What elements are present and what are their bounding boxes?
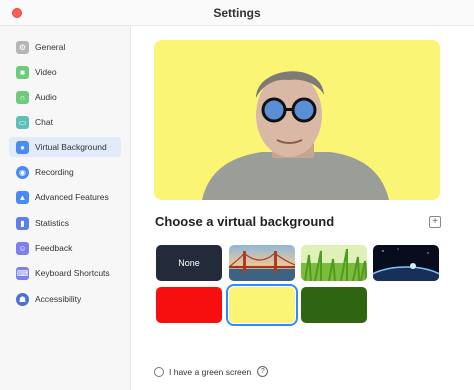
background-solid-green[interactable] (301, 287, 367, 323)
earth-image (373, 245, 439, 281)
sidebar-item-label: Keyboard Shortcuts (35, 268, 110, 278)
background-solid-red[interactable] (156, 287, 222, 323)
green-screen-checkbox[interactable] (154, 366, 164, 377)
background-solid-yellow[interactable] (226, 284, 298, 326)
sidebar-item-general[interactable]: ⚙ General (9, 37, 121, 57)
sidebar-item-label: Audio (35, 92, 57, 102)
background-grass[interactable] (301, 245, 367, 281)
green-screen-label: I have a green screen (169, 366, 252, 377)
sidebar-item-label: Statistics (35, 218, 70, 228)
sidebar-item-accessibility[interactable]: ☗ Accessibility (9, 289, 121, 309)
grass-image (301, 245, 367, 281)
video-icon: ■ (16, 65, 29, 79)
chat-icon: ▭ (16, 115, 29, 129)
accessibility-icon: ☗ (16, 292, 29, 306)
feedback-icon: ☺ (16, 241, 29, 255)
sidebar-item-label: Video (35, 67, 57, 77)
sidebar-item-recording[interactable]: ◉ Recording (9, 162, 121, 182)
background-none-label: None (178, 258, 200, 268)
sidebar-item-video[interactable]: ■ Video (9, 62, 121, 82)
sidebar-item-label: Feedback (35, 243, 73, 253)
person-icon: ● (16, 140, 29, 154)
sidebar-item-audio[interactable]: ∩ Audio (9, 87, 121, 107)
sidebar-item-statistics[interactable]: ▮ Statistics (9, 213, 121, 233)
sidebar-item-virtual-background[interactable]: ● Virtual Background (9, 137, 121, 157)
sidebar-item-advanced-features[interactable]: ▲ Advanced Features (9, 187, 121, 207)
settings-sidebar: ⚙ General ■ Video ∩ Audio ▭ Chat ● Virtu… (0, 26, 131, 390)
keyboard-icon: ⌨ (16, 266, 29, 280)
record-icon: ◉ (16, 165, 29, 179)
help-icon[interactable]: ? (257, 366, 269, 377)
plus-icon[interactable]: + (429, 216, 441, 228)
sidebar-item-label: Recording (35, 167, 74, 177)
section-title: Choose a virtual background (155, 214, 335, 229)
sidebar-item-keyboard-shortcuts[interactable]: ⌨ Keyboard Shortcuts (9, 263, 121, 283)
headphones-icon: ∩ (16, 90, 29, 104)
background-golden-gate[interactable] (229, 245, 295, 281)
sidebar-item-feedback[interactable]: ☺ Feedback (9, 238, 121, 258)
stats-icon: ▮ (16, 216, 29, 230)
window-title: Settings (213, 6, 261, 20)
sidebar-item-label: Accessibility (35, 294, 82, 304)
sidebar-item-chat[interactable]: ▭ Chat (9, 112, 121, 132)
sidebar-item-label: General (35, 42, 66, 52)
sidebar-item-label: Chat (35, 117, 53, 127)
background-none[interactable]: None (156, 245, 222, 281)
golden-gate-image (229, 245, 295, 281)
gear-icon: ⚙ (16, 40, 29, 54)
green-screen-option[interactable]: I have a green screen ? (154, 366, 269, 377)
shapes-icon: ▲ (16, 190, 29, 204)
sidebar-item-label: Advanced Features (35, 192, 109, 202)
person-silhouette (202, 71, 389, 200)
video-preview (154, 40, 440, 200)
background-earth[interactable] (373, 245, 439, 281)
title-bar: Settings (0, 0, 474, 26)
sidebar-item-label: Virtual Background (35, 142, 107, 152)
